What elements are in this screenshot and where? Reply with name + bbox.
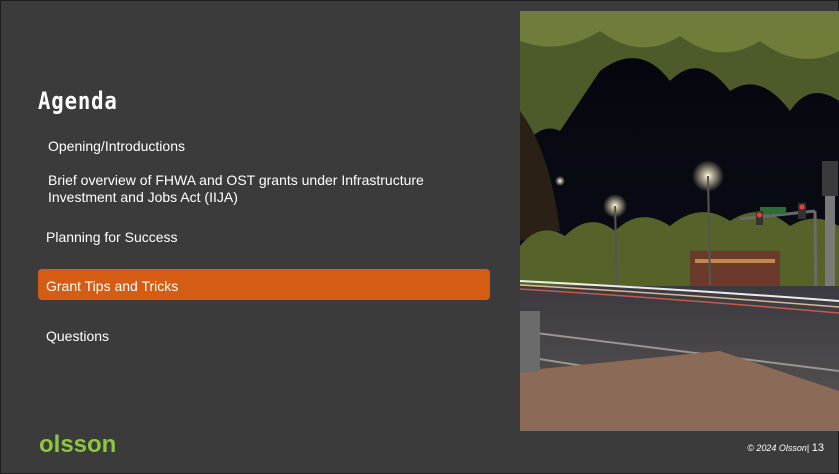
agenda-item-planning: Planning for Success: [46, 229, 178, 245]
slide-title: Agenda: [38, 87, 118, 115]
agenda-item-overview-line2: Investment and Jobs Act (IIJA): [48, 189, 238, 205]
agenda-item-grant-tips: Grant Tips and Tricks: [46, 278, 179, 294]
night-street-photo: [520, 11, 839, 431]
copyright-text: © 2024 Olsson: [747, 443, 807, 453]
olsson-logo: olsson: [39, 431, 117, 458]
agenda-item-overview-line1: Brief overview of FHWA and OST grants un…: [48, 172, 424, 188]
agenda-item-opening: Opening/Introductions: [48, 138, 185, 154]
agenda-item-questions: Questions: [46, 328, 110, 344]
footer: © 2024 Olsson| 13: [747, 442, 824, 454]
slide: Agenda Opening/Introductions Brief overv…: [0, 0, 839, 474]
page-number: 13: [811, 442, 824, 454]
